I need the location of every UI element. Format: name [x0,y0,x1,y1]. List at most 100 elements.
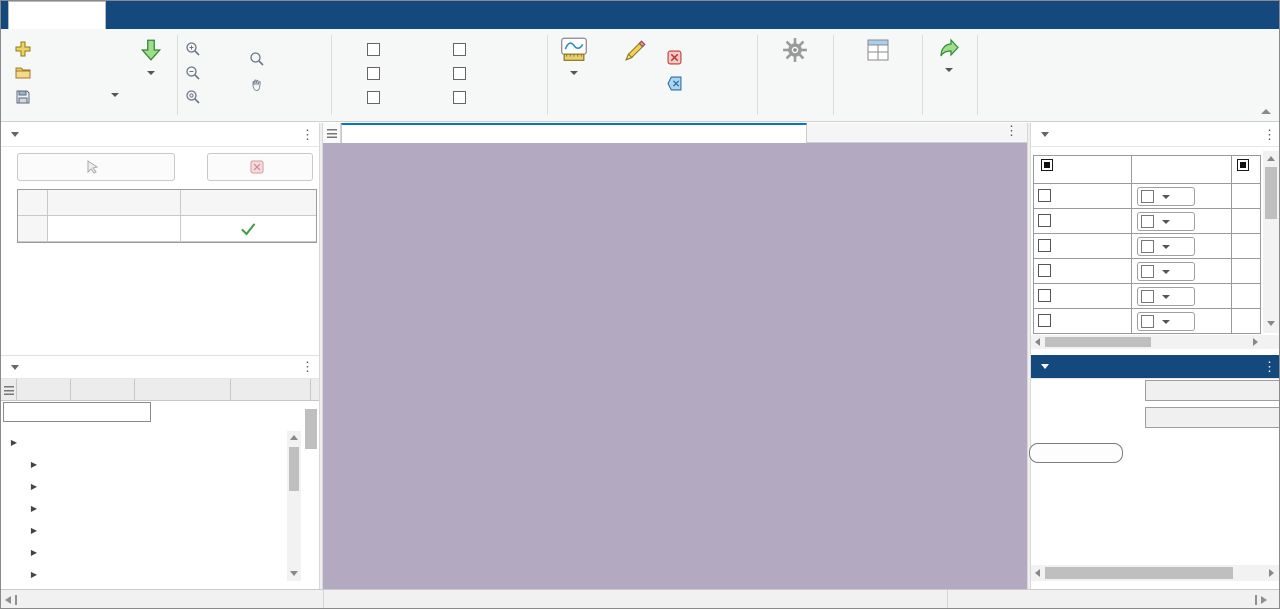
scrollbar-thumb[interactable] [1045,337,1151,347]
tree-expand-icon[interactable] [29,570,39,579]
green-check-icon [240,221,256,237]
gear-icon [782,37,808,65]
tree-expand-icon[interactable] [9,438,19,447]
layer-row-l4-gnd2[interactable] [1038,264,1056,277]
tree-item[interactable] [1,541,287,563]
save-session-dropdown-caret-icon[interactable] [111,93,119,97]
collapse-caret-icon[interactable] [1041,364,1049,369]
kebab-menu-icon[interactable]: ⋮ [1263,130,1276,140]
layer-color-dropdown[interactable] [1137,212,1195,231]
layer-color-dropdown[interactable] [1137,287,1195,306]
collapse-toolstrip-icon[interactable] [1261,109,1271,114]
tree-item[interactable] [1,519,287,541]
plus-icon [15,41,31,57]
scroll-up-icon[interactable] [1267,156,1275,161]
preferences-button[interactable] [759,37,831,67]
extra-col-header[interactable] [1237,159,1249,171]
layer-row-l3-sig1[interactable] [1038,239,1056,252]
layer-visibility-checkbox[interactable] [1038,239,1051,252]
figure-tab[interactable] [341,123,807,143]
delete-board-button[interactable] [207,153,313,181]
tab-parts[interactable] [17,379,71,401]
scrollbar-thumb[interactable] [1265,167,1277,219]
boards-table-header [18,190,316,216]
tab-nets[interactable] [71,379,135,401]
kebab-menu-icon[interactable]: ⋮ [301,362,314,372]
scroll-down-icon[interactable] [1267,321,1275,326]
pcb-canvas[interactable] [323,143,1027,589]
layer-field[interactable] [1145,407,1280,428]
layer-visibility-checkbox[interactable] [1038,264,1051,277]
layers-col-header[interactable] [1041,159,1058,171]
status-divider [947,590,948,609]
activate-board-button[interactable] [17,153,175,181]
search-parts-input[interactable] [3,402,151,422]
layer-visibility-checkbox[interactable] [1038,214,1051,227]
tree-expand-icon[interactable] [29,548,39,557]
layer-row-top[interactable] [1038,189,1056,202]
properties-hscrollbar[interactable] [1031,565,1280,581]
ribbon-tab-pcb-viewer[interactable] [8,1,106,29]
tree-expand-icon[interactable] [29,504,39,513]
tree-scrollbar[interactable] [287,431,301,581]
tree-expand-icon[interactable] [29,460,39,469]
tab-components[interactable] [135,379,231,401]
scrollbar-thumb[interactable] [1045,567,1233,579]
select-all-checkbox-icon[interactable] [1237,159,1249,171]
collapse-caret-icon[interactable] [1041,132,1049,137]
scroll-up-icon[interactable] [290,435,298,440]
layer-visibility-checkbox[interactable] [1038,189,1051,202]
layer-row-l6-gnd3[interactable] [1038,314,1056,327]
scroll-left-icon[interactable] [1035,338,1040,346]
tree-item[interactable] [1,475,287,497]
layers-vscrollbar[interactable] [1263,151,1279,333]
measure-button[interactable] [549,37,599,75]
tree-item[interactable] [1,453,287,475]
tree-item[interactable] [1,497,287,519]
kebab-menu-icon[interactable]: ⋮ [1005,126,1018,136]
kebab-menu-icon[interactable]: ⋮ [301,130,314,140]
tree-expand-icon[interactable] [29,482,39,491]
layer-visibility-checkbox[interactable] [1038,289,1051,302]
checkbox-icon [453,43,466,56]
import-button[interactable] [127,37,175,75]
figure-tab-overflow[interactable] [323,123,341,143]
delete-button[interactable] [667,47,689,67]
scroll-right-icon[interactable] [1269,569,1274,577]
tree-expand-icon[interactable] [29,526,39,535]
scrollbar-thumb[interactable] [289,447,299,491]
zoom-in-button[interactable] [185,39,208,59]
components-checkbox[interactable] [367,39,387,59]
new-session-button[interactable] [15,39,38,59]
scroll-down-icon[interactable] [290,571,298,576]
layer-color-dropdown[interactable] [1137,262,1195,281]
collapse-caret-icon[interactable] [11,365,19,370]
tab-padstacks[interactable] [231,379,311,401]
layer-row-l2-gnd1[interactable] [1038,214,1056,227]
layer-color-dropdown[interactable] [1137,187,1195,206]
segments-checkbox[interactable] [453,39,473,59]
more-properties-button[interactable] [1029,443,1123,463]
export-button[interactable] [924,37,974,72]
tree-item[interactable] [1,431,287,453]
tab-overflow-menu[interactable] [1,379,17,401]
parts-tree [1,431,303,581]
select-all-checkbox-icon[interactable] [1041,159,1053,171]
scroll-right-icon[interactable] [1253,338,1258,346]
layer-row-l5-sig2[interactable] [1038,289,1056,302]
layer-color-dropdown[interactable] [1137,237,1195,256]
panel-scrollbar-thumb[interactable] [305,409,317,449]
layers-hscrollbar[interactable] [1031,335,1279,349]
kebab-menu-icon[interactable]: ⋮ [1263,362,1276,372]
collapse-caret-icon[interactable] [11,132,19,137]
layer-color-dropdown[interactable] [1137,312,1195,331]
boards-table-row[interactable] [18,216,316,242]
scroll-left-icon[interactable] [1035,569,1040,577]
cadnet-field[interactable] [1145,380,1280,401]
database-panel-header: ⋮ [1,355,319,379]
layer-visibility-checkbox[interactable] [1038,314,1051,327]
annotate-button[interactable] [607,39,663,67]
default-layout-button[interactable] [835,37,921,67]
zoom-draw-button[interactable] [249,49,272,69]
tree-item[interactable] [1,563,287,581]
